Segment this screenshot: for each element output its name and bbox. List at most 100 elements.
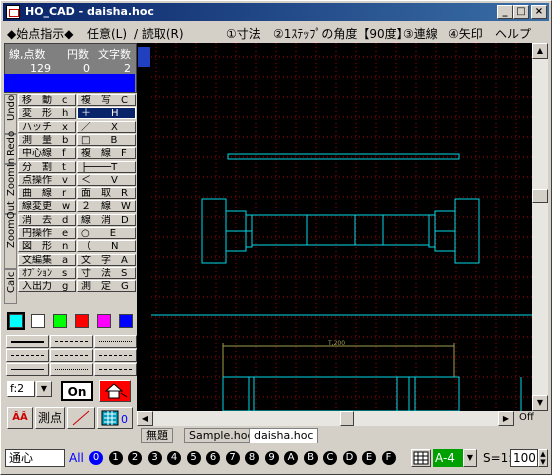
scroll-left-button[interactable]: ◀ xyxy=(137,411,153,426)
tab-daisha[interactable]: daisha.hoc xyxy=(249,428,319,443)
minimize-button[interactable]: _ xyxy=(497,5,513,19)
command-button[interactable]: 文 字 A xyxy=(77,253,136,266)
pen-icon[interactable] xyxy=(67,407,95,429)
aa-button[interactable]: ÂÂ xyxy=(7,407,33,429)
command-button[interactable]: 入出力 g xyxy=(18,280,76,293)
line-style-button[interactable] xyxy=(94,349,137,362)
grid-icon[interactable] xyxy=(411,449,431,467)
layer-button[interactable]: 0 xyxy=(89,451,103,465)
color-swatch[interactable] xyxy=(119,314,133,328)
command-button[interactable]: ├────T xyxy=(77,160,136,173)
line-style-button[interactable] xyxy=(6,349,49,362)
tab-sample[interactable]: Sample.hoc xyxy=(184,428,259,443)
command-button[interactable]: ＋ H xyxy=(77,107,136,120)
menu-read[interactable]: / 読取(R) xyxy=(134,25,184,42)
color-swatch[interactable] xyxy=(97,314,111,328)
command-button[interactable]: 曲 線 r xyxy=(18,187,76,200)
command-button[interactable]: 面 取 R xyxy=(77,187,136,200)
line-style-button[interactable] xyxy=(94,363,137,376)
line-style-button[interactable] xyxy=(6,335,49,348)
command-button[interactable]: 線 消 D xyxy=(77,213,136,226)
vertical-scrollbar[interactable]: ▲ ▼ xyxy=(532,43,548,411)
font-select[interactable]: f:2 xyxy=(7,381,35,397)
calculator-icon[interactable]: 0 xyxy=(97,407,133,429)
menu-arrow[interactable]: ④矢印 xyxy=(448,25,483,42)
scroll-right-button[interactable]: ▶ xyxy=(498,411,514,426)
layer-button[interactable]: 3 xyxy=(147,451,162,465)
command-button[interactable]: ｵﾌﾟｼｮﾝ s xyxy=(18,266,76,279)
line-style-button[interactable] xyxy=(50,349,93,362)
command-button[interactable]: 移 動 c xyxy=(18,94,76,106)
horizontal-scrollbar[interactable]: ◀ ▶ xyxy=(137,411,514,426)
layer-button[interactable]: D xyxy=(342,451,357,465)
scale-spinner[interactable]: ▲ ▼ xyxy=(538,449,548,467)
menu-help[interactable]: ヘルプ xyxy=(495,25,531,42)
command-button[interactable]: 測 量 b xyxy=(18,133,76,146)
menu-options[interactable]: 任意(L) xyxy=(87,25,127,42)
all-layers-button[interactable]: All xyxy=(69,451,84,465)
color-swatch[interactable] xyxy=(7,312,25,330)
snap-mode-field[interactable]: 通心 xyxy=(5,449,65,467)
layer-button[interactable]: 1 xyxy=(108,451,123,465)
layer-button[interactable]: 2 xyxy=(128,451,142,465)
vertical-scroll-thumb[interactable] xyxy=(532,189,548,203)
app-icon[interactable] xyxy=(6,5,20,19)
command-button[interactable]: 文編集 a xyxy=(18,253,76,266)
layer-button[interactable]: 6 xyxy=(206,451,220,465)
paper-size-dropdown[interactable]: ▼ xyxy=(463,449,477,467)
command-button[interactable]: ２ 線 W xyxy=(77,200,136,213)
command-button[interactable]: 中心線 f xyxy=(18,147,76,160)
command-button[interactable]: 変 形 h xyxy=(18,107,76,120)
paper-size-select[interactable]: A-4 xyxy=(433,449,463,467)
zoom-out-tab[interactable]: ZoomOut xyxy=(4,201,17,269)
color-swatch[interactable] xyxy=(31,314,45,328)
scroll-down-button[interactable]: ▼ xyxy=(532,395,548,411)
color-swatch[interactable] xyxy=(75,314,89,328)
command-button[interactable]: 消 去 d xyxy=(18,213,76,226)
command-button[interactable]: 分 割 t xyxy=(18,160,76,173)
drawing-canvas[interactable]: T,200 xyxy=(151,43,532,411)
layer-button[interactable]: 4 xyxy=(167,451,181,465)
calc-tab[interactable]: Calc xyxy=(4,269,17,304)
font-select-dropdown[interactable]: ▼ xyxy=(36,381,52,397)
close-button[interactable]: × xyxy=(531,5,547,19)
maximize-button[interactable]: □ xyxy=(513,5,529,19)
command-button[interactable]: 線変更 w xyxy=(18,200,76,213)
point-button[interactable]: 測点 xyxy=(35,407,65,429)
layer-button[interactable]: 7 xyxy=(225,451,240,465)
command-button[interactable]: ハッチ x xyxy=(18,120,76,133)
undo-tab[interactable]: Undo xyxy=(4,94,17,134)
menu-dimension[interactable]: ①寸法 xyxy=(226,25,261,42)
menu-step-angle[interactable]: ②1ｽﾃｯﾌﾟの角度【90度】 xyxy=(273,25,409,42)
scale-input[interactable]: 100 xyxy=(510,449,538,467)
layer-button[interactable]: A xyxy=(284,451,298,465)
command-button[interactable]: （ N xyxy=(77,240,136,253)
layer-button[interactable]: E xyxy=(362,451,376,465)
command-button[interactable]: 複 写 C xyxy=(77,94,136,106)
layer-button[interactable]: 5 xyxy=(186,451,201,465)
home-icon[interactable] xyxy=(99,380,131,402)
command-button[interactable]: □ B xyxy=(77,133,136,146)
line-style-button[interactable] xyxy=(94,335,137,348)
layer-button[interactable]: 9 xyxy=(264,451,279,465)
scroll-up-button[interactable]: ▲ xyxy=(532,43,548,59)
layer-button[interactable]: F xyxy=(381,451,396,465)
horizontal-scroll-thumb[interactable] xyxy=(340,411,354,426)
command-button[interactable]: 複 線 F xyxy=(77,147,136,160)
line-style-button[interactable] xyxy=(50,363,93,376)
command-button[interactable]: 測 定 G xyxy=(77,280,136,293)
layer-button[interactable]: B xyxy=(303,451,318,465)
command-button[interactable]: 寸 法 S xyxy=(77,266,136,279)
line-style-button[interactable] xyxy=(6,363,49,376)
layer-button[interactable]: 8 xyxy=(245,451,259,465)
layer-button[interactable]: C xyxy=(323,451,337,465)
command-button[interactable]: 図 形 n xyxy=(18,240,76,253)
menu-continuous-line[interactable]: ③連線 xyxy=(403,25,438,42)
command-button[interactable]: 円操作 e xyxy=(18,227,76,239)
line-style-button[interactable] xyxy=(50,335,93,348)
tab-untitled[interactable]: 無題 xyxy=(141,428,173,443)
command-button[interactable]: ＜ V xyxy=(77,173,136,186)
command-button[interactable]: 点操作 v xyxy=(18,173,76,186)
command-button[interactable]: ／ X xyxy=(77,120,136,133)
color-swatch[interactable] xyxy=(53,314,67,328)
